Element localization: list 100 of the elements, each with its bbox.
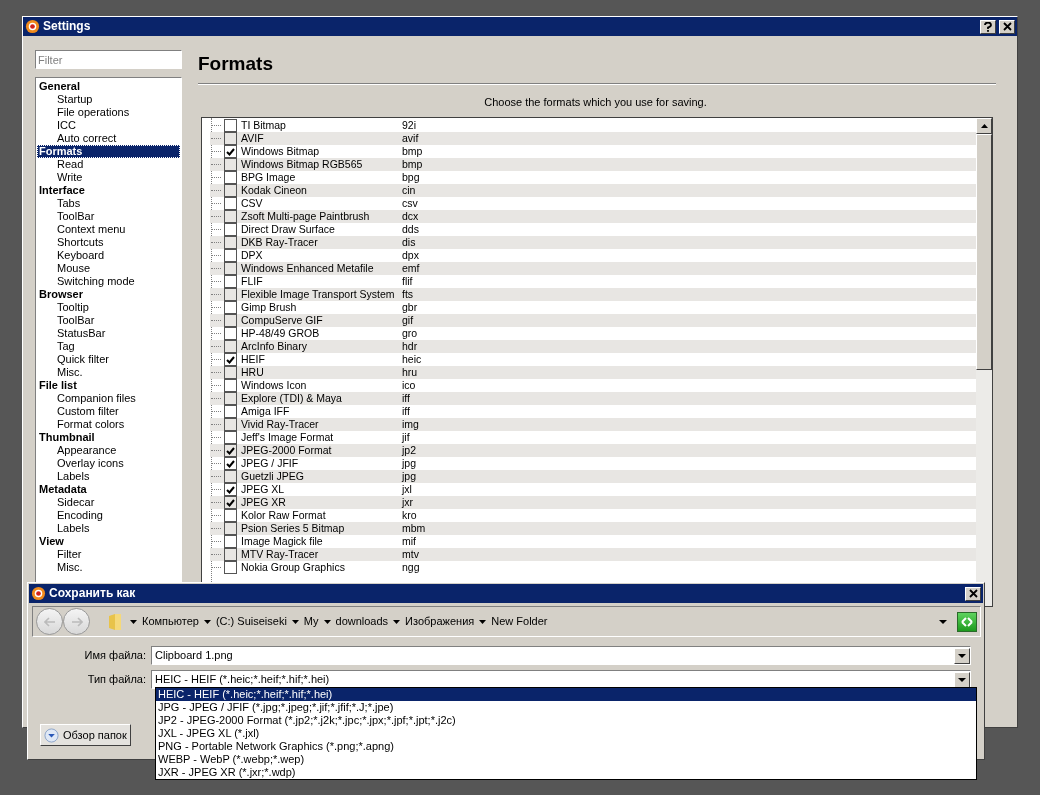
tree-item[interactable]: Tag — [37, 340, 180, 353]
checkbox[interactable] — [224, 470, 237, 483]
checkbox[interactable] — [224, 340, 237, 353]
list-option[interactable]: WEBP - WebP (*.webp;*.wep) — [156, 753, 976, 766]
tree-item[interactable]: Tooltip — [37, 301, 180, 314]
checkbox[interactable] — [224, 158, 237, 171]
tree-group[interactable]: Browser — [37, 288, 180, 301]
tree-group[interactable]: Thumbnail — [37, 431, 180, 444]
tree-item[interactable]: Write — [37, 171, 180, 184]
tree-item[interactable]: Custom filter — [37, 405, 180, 418]
checkbox[interactable] — [224, 301, 237, 314]
tree-item[interactable]: Quick filter — [37, 353, 180, 366]
scrollbar[interactable] — [976, 118, 992, 606]
checkbox[interactable] — [224, 418, 237, 431]
breadcrumb[interactable]: Компьютер — [130, 615, 199, 628]
tree-item[interactable]: Companion files — [37, 392, 180, 405]
checkbox[interactable] — [224, 327, 237, 340]
tree-item[interactable]: File operations — [37, 106, 180, 119]
tree-item[interactable]: Misc. — [37, 366, 180, 379]
tree-item[interactable]: Startup — [37, 93, 180, 106]
tree-item[interactable]: Tabs — [37, 197, 180, 210]
tree-item[interactable]: ICC — [37, 119, 180, 132]
tree-item[interactable]: Encoding — [37, 509, 180, 522]
checkbox[interactable] — [224, 366, 237, 379]
format-extension: bmp — [402, 145, 423, 158]
checkbox[interactable] — [224, 236, 237, 249]
help-button[interactable] — [980, 19, 996, 34]
checkbox[interactable] — [224, 119, 237, 132]
list-option[interactable]: PNG - Portable Network Graphics (*.png;*.apng) — [156, 740, 976, 753]
checkbox[interactable] — [224, 314, 237, 327]
checkbox[interactable] — [224, 379, 237, 392]
refresh-button[interactable] — [957, 611, 977, 632]
tree-group[interactable]: Metadata — [37, 483, 180, 496]
format-extension: dis — [402, 236, 416, 249]
close-button[interactable] — [999, 19, 1015, 34]
browse-folders-button[interactable]: Обзор папок — [40, 724, 131, 746]
tree-item[interactable]: Context menu — [37, 223, 180, 236]
tree-group[interactable]: File list — [37, 379, 180, 392]
tree-item[interactable]: Read — [37, 158, 180, 171]
filter-field[interactable]: Filter — [35, 50, 182, 69]
checkbox[interactable] — [224, 262, 237, 275]
tree-group[interactable]: Formats — [37, 145, 180, 158]
tree-item[interactable]: Filter — [37, 548, 180, 561]
tree-item[interactable]: Appearance — [37, 444, 180, 457]
breadcrumb[interactable]: My — [291, 615, 319, 628]
checkbox[interactable] — [224, 548, 237, 561]
checkbox[interactable] — [224, 509, 237, 522]
tree-item[interactable]: ToolBar — [37, 210, 180, 223]
checkbox[interactable] — [224, 405, 237, 418]
breadcrumb[interactable]: (C:) Suiseiseki — [203, 615, 287, 628]
checkbox[interactable] — [224, 145, 237, 158]
tree-item[interactable]: Misc. — [37, 561, 180, 574]
file-type-select[interactable]: HEIC - HEIF (*.heic;*.heif;*.hif;*.hei) — [151, 670, 971, 689]
tree-item[interactable]: Labels — [37, 470, 180, 483]
checkbox[interactable] — [224, 288, 237, 301]
file-name-field[interactable]: Clipboard 1.png — [151, 646, 971, 665]
checkbox[interactable] — [224, 431, 237, 444]
tree-item[interactable]: Auto correct — [37, 132, 180, 145]
checkbox[interactable] — [224, 223, 237, 236]
checkbox[interactable] — [224, 210, 237, 223]
tree-item[interactable]: Switching mode — [37, 275, 180, 288]
checkbox[interactable] — [224, 444, 237, 457]
breadcrumb[interactable]: Изображения — [393, 615, 475, 628]
checkbox[interactable] — [224, 522, 237, 535]
list-option[interactable]: JPG - JPEG / JFIF (*.jpg;*.jpeg;*.jif;*.jfif;*.J;*.jpe) — [156, 701, 976, 714]
checkbox[interactable] — [224, 483, 237, 496]
tree-item[interactable]: Format colors — [37, 418, 180, 431]
list-option[interactable]: JP2 - JPEG-2000 Format (*.jp2;*.j2k;*.jpc;*.jpx;*.jpf;*.jpt;*.j2c) — [156, 714, 976, 727]
tree-item[interactable]: ToolBar — [37, 314, 180, 327]
checkbox[interactable] — [224, 353, 237, 366]
list-option[interactable]: HEIC - HEIF (*.heic;*.heif;*.hif;*.hei) — [156, 688, 976, 701]
close-button[interactable] — [965, 586, 981, 601]
breadcrumb[interactable]: downloads — [323, 615, 389, 628]
breadcrumb[interactable]: New Folder — [479, 615, 548, 628]
checkbox[interactable] — [224, 275, 237, 288]
tree-item[interactable]: Labels — [37, 522, 180, 535]
tree-group[interactable]: View — [37, 535, 180, 548]
checkbox[interactable] — [224, 184, 237, 197]
tree-item[interactable]: Sidecar — [37, 496, 180, 509]
tree-item[interactable]: StatusBar — [37, 327, 180, 340]
tree-item[interactable]: Shortcuts — [37, 236, 180, 249]
checkbox[interactable] — [224, 392, 237, 405]
tree-group[interactable]: General — [37, 80, 180, 93]
checkbox[interactable] — [224, 561, 237, 574]
checkbox[interactable] — [224, 249, 237, 262]
tree-item[interactable]: Overlay icons — [37, 457, 180, 470]
checkbox[interactable] — [224, 535, 237, 548]
caret-icon[interactable] — [939, 619, 947, 624]
checkbox[interactable] — [224, 171, 237, 184]
dropdown-button[interactable] — [954, 647, 970, 664]
tree-item[interactable]: Mouse — [37, 262, 180, 275]
checkbox[interactable] — [224, 132, 237, 145]
checkbox[interactable] — [224, 457, 237, 470]
list-option[interactable]: JXL - JPEG XL (*.jxl) — [156, 727, 976, 740]
dropdown-button[interactable] — [954, 671, 970, 688]
list-option[interactable]: JXR - JPEG XR (*.jxr;*.wdp) — [156, 766, 976, 779]
checkbox[interactable] — [224, 496, 237, 509]
tree-item[interactable]: Keyboard — [37, 249, 180, 262]
tree-group[interactable]: Interface — [37, 184, 180, 197]
checkbox[interactable] — [224, 197, 237, 210]
